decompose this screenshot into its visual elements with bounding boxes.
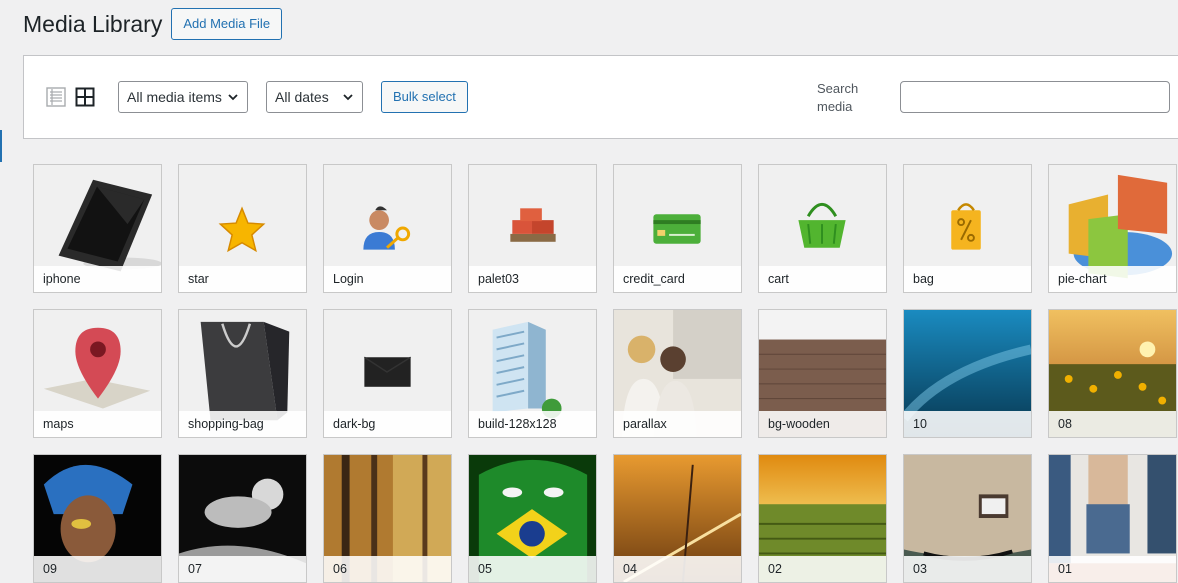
media-item-title: pie-chart (1049, 266, 1176, 292)
search-input[interactable] (900, 81, 1170, 113)
media-item[interactable]: 09 (33, 454, 162, 583)
media-item-title: star (179, 266, 306, 292)
media-item[interactable]: parallax (613, 309, 742, 438)
media-item-title: iphone (34, 266, 161, 292)
media-item[interactable]: cart (758, 164, 887, 293)
media-item[interactable]: star (178, 164, 307, 293)
media-item-title: 01 (1049, 556, 1176, 582)
media-item-title: dark-bg (324, 411, 451, 437)
media-item-title: Login (324, 266, 451, 292)
chevron-down-icon (228, 94, 238, 101)
media-item-title: shopping-bag (179, 411, 306, 437)
media-item-title: bg-wooden (759, 411, 886, 437)
media-item-title: bag (904, 266, 1031, 292)
media-item[interactable]: 08 (1048, 309, 1177, 438)
media-item-title: 09 (34, 556, 161, 582)
media-item-title: 05 (469, 556, 596, 582)
media-type-filter-value: All media items (127, 89, 222, 105)
media-item[interactable]: 05 (468, 454, 597, 583)
media-item[interactable]: 10 (903, 309, 1032, 438)
add-media-file-button[interactable]: Add Media File (171, 8, 283, 40)
media-toolbar: All media items All dates Bulk select Se… (23, 55, 1178, 139)
media-item[interactable]: 07 (178, 454, 307, 583)
media-item[interactable]: palet03 (468, 164, 597, 293)
media-item-title: 02 (759, 556, 886, 582)
media-item[interactable]: pie-chart (1048, 164, 1177, 293)
media-item-title: build-128x128 (469, 411, 596, 437)
media-item[interactable]: 01 (1048, 454, 1177, 583)
date-filter-value: All dates (275, 89, 329, 105)
date-filter[interactable]: All dates (266, 81, 363, 113)
media-item-title: cart (759, 266, 886, 292)
page-header: Media Library Add Media File (23, 8, 283, 40)
media-item[interactable]: Login (323, 164, 452, 293)
list-view-icon[interactable] (46, 87, 66, 107)
media-item-title: 07 (179, 556, 306, 582)
media-item-title: 06 (324, 556, 451, 582)
media-item[interactable]: credit_card (613, 164, 742, 293)
media-item[interactable]: shopping-bag (178, 309, 307, 438)
media-item-title: credit_card (614, 266, 741, 292)
media-item-title: parallax (614, 411, 741, 437)
bulk-select-button[interactable]: Bulk select (381, 81, 468, 113)
media-item-title: 04 (614, 556, 741, 582)
media-item[interactable]: build-128x128 (468, 309, 597, 438)
media-item[interactable]: 02 (758, 454, 887, 583)
grid-view-icon[interactable] (75, 87, 95, 107)
media-item[interactable]: 03 (903, 454, 1032, 583)
media-item[interactable]: dark-bg (323, 309, 452, 438)
media-item-title: 10 (904, 411, 1031, 437)
edge-indicator (0, 130, 2, 162)
page-title: Media Library (23, 11, 163, 37)
media-item[interactable]: bag (903, 164, 1032, 293)
search-label: Search media (817, 81, 859, 114)
media-item-title: palet03 (469, 266, 596, 292)
media-item[interactable]: maps (33, 309, 162, 438)
chevron-down-icon (343, 94, 353, 101)
media-item[interactable]: 06 (323, 454, 452, 583)
media-type-filter[interactable]: All media items (118, 81, 248, 113)
media-item-title: 03 (904, 556, 1031, 582)
media-item[interactable]: bg-wooden (758, 309, 887, 438)
media-item[interactable]: iphone (33, 164, 162, 293)
media-item[interactable]: 04 (613, 454, 742, 583)
media-item-title: maps (34, 411, 161, 437)
media-item-title: 08 (1049, 411, 1176, 437)
